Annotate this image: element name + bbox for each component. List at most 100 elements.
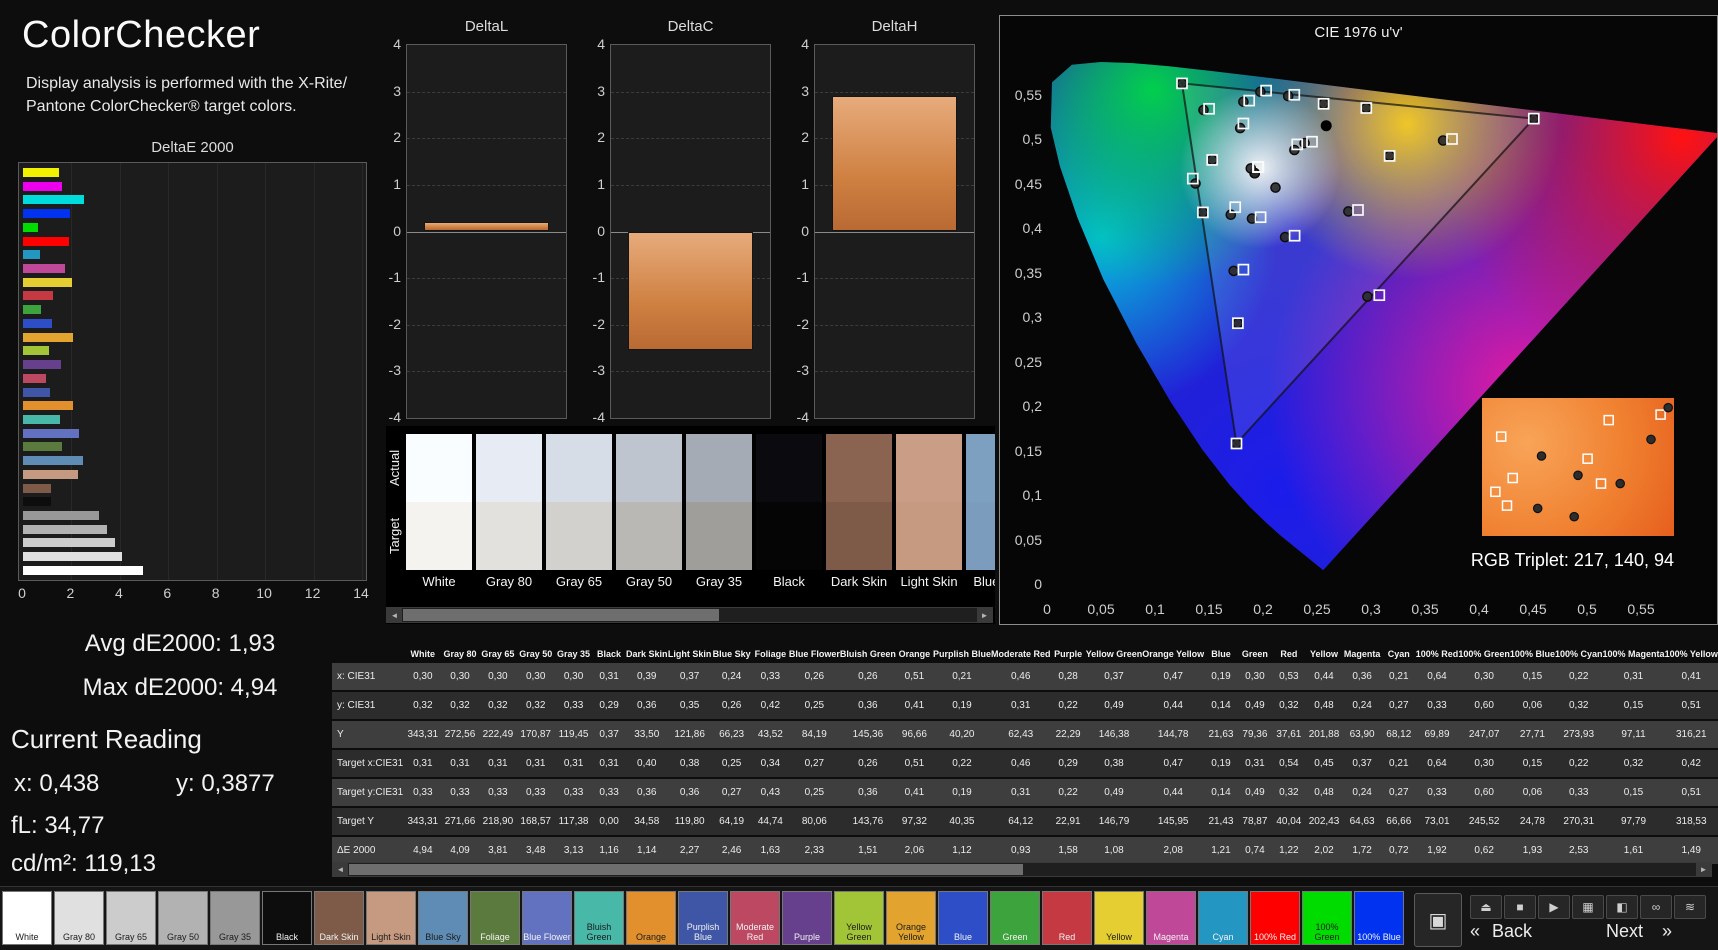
column-header-black: Black <box>597 649 622 659</box>
play-button[interactable]: ▶ <box>1538 895 1570 919</box>
scroll-right-button[interactable]: ► <box>1696 863 1711 876</box>
table-cell: 2,46 <box>711 836 752 866</box>
back-chevron-icon[interactable]: « <box>1470 921 1480 942</box>
deltae-bar-orange-yellow <box>23 332 74 342</box>
table-cell: 1,08 <box>1085 836 1143 866</box>
column-header-white: White <box>410 649 436 659</box>
delta-bar-deltal <box>424 222 549 232</box>
patch-tile-magenta[interactable]: Magenta <box>1146 891 1196 945</box>
table-cell: 1,63 <box>751 836 789 866</box>
table-cell: 0,06 <box>1509 778 1555 808</box>
cie-y-tick: 0,3 <box>1022 309 1042 325</box>
patch-tile-blue[interactable]: Blue <box>938 891 988 945</box>
patch-tile-gray-65[interactable]: Gray 65 <box>106 891 156 945</box>
deltae-x-tick: 2 <box>66 585 75 601</box>
patch-tile-100-green[interactable]: 100% Green <box>1302 891 1352 945</box>
table-cell: 0,53 <box>1272 663 1306 692</box>
deltae-gridline <box>362 163 363 580</box>
patch-tile-gray-35[interactable]: Gray 35 <box>210 891 260 945</box>
scroll-thumb[interactable] <box>403 609 719 621</box>
scroll-left-button[interactable]: ◄ <box>387 608 402 622</box>
patch-tile-purple[interactable]: Purple <box>782 891 832 945</box>
loop-button[interactable]: ∞ <box>1640 895 1672 919</box>
table-cell: 0,24 <box>1342 778 1382 808</box>
patch-tile-gray-80[interactable]: Gray 80 <box>54 891 104 945</box>
patch-tile-blue-flower[interactable]: Blue Flower <box>522 891 572 945</box>
scroll-left-button[interactable]: ◄ <box>333 863 348 876</box>
patch-tile-bluish-green[interactable]: Bluish Green <box>574 891 624 945</box>
page-subtitle-line2: Pantone ColorChecker® target colors. <box>26 98 297 116</box>
pattern-button[interactable]: ▦ <box>1572 895 1604 919</box>
patch-tile-cyan[interactable]: Cyan <box>1198 891 1248 945</box>
current-y-readout: y: 0,3877 <box>176 770 275 797</box>
rgb-triplet-readout: RGB Triplet: 217, 140, 94 <box>1470 550 1674 570</box>
patch-tile-black[interactable]: Black <box>262 891 312 945</box>
signal-button[interactable]: ≋ <box>1674 895 1706 919</box>
patch-tile-red[interactable]: Red <box>1042 891 1092 945</box>
patch-tile-label: Blue Sky <box>425 931 461 942</box>
cie-x-tick: 0,5 <box>1577 601 1597 617</box>
table-cell: 270,31 <box>1554 807 1603 837</box>
split-screen-button[interactable]: ◧ <box>1606 895 1638 919</box>
gridline <box>611 91 770 93</box>
patch-tile-foliage[interactable]: Foliage <box>470 891 520 945</box>
table-cell: 1,16 <box>592 836 626 866</box>
swatch-comparison-strip: Actual Target White Gray 80 Gray 65 Gray 50… <box>386 426 995 624</box>
table-cell: 0,31 <box>441 749 479 779</box>
column-header-magenta: Magenta <box>1343 649 1381 659</box>
swatch-label: Blue Sky <box>973 574 995 589</box>
patch-tile-gray-50[interactable]: Gray 50 <box>158 891 208 945</box>
patch-tile-purplish-blue[interactable]: Purplish Blue <box>678 891 728 945</box>
next-chevron-icon[interactable]: » <box>1662 921 1672 942</box>
display-pattern-button[interactable]: ▣ <box>1414 893 1462 947</box>
back-button[interactable]: Back <box>1492 921 1532 942</box>
deltae-bar-100-magenta <box>23 181 62 191</box>
table-cell: 0,51 <box>1664 778 1718 808</box>
column-header-blue-sky: Blue Sky <box>712 649 751 659</box>
gridline <box>815 371 974 373</box>
patch-tile-100-red[interactable]: 100% Red <box>1250 891 1300 945</box>
patch-tile-white[interactable]: White <box>2 891 52 945</box>
patch-tile-yellow-green[interactable]: Yellow Green <box>834 891 884 945</box>
patch-tile-orange[interactable]: Orange <box>626 891 676 945</box>
eject-button[interactable]: ⏏ <box>1470 895 1502 919</box>
gridline <box>815 324 974 326</box>
table-cell: 0,47 <box>1142 663 1205 692</box>
deltae-bar-yellow <box>23 277 72 287</box>
cie-x-tick: 0,35 <box>1411 601 1439 617</box>
table-cell: 146,38 <box>1085 720 1143 750</box>
table-cell: 4,94 <box>404 836 442 866</box>
scroll-thumb[interactable] <box>349 864 1023 875</box>
patch-tile-light-skin[interactable]: Light Skin <box>366 891 416 945</box>
y-tick-label: 4 <box>393 36 401 52</box>
column-header-dark-skin: Dark Skin <box>626 649 668 659</box>
target-row-label: Target <box>387 517 402 555</box>
swatch-actual-blue-sky <box>966 434 995 502</box>
patch-tile-moderate-red[interactable]: Moderate Red <box>730 891 780 945</box>
cie-y-tick: 0,55 <box>1014 86 1042 103</box>
patch-tile-yellow[interactable]: Yellow <box>1094 891 1144 945</box>
scroll-right-button[interactable]: ► <box>977 608 992 622</box>
table-cell: 37,61 <box>1272 720 1306 750</box>
patch-tile-blue-sky[interactable]: Blue Sky <box>418 891 468 945</box>
patch-tile-label: 100% Green <box>1314 922 1340 942</box>
table-cell: 0,41 <box>895 778 933 808</box>
patch-tile-label: White <box>15 931 39 942</box>
column-header-light-skin: Light Skin <box>667 649 712 659</box>
next-button[interactable]: Next <box>1606 921 1643 942</box>
table-cell: 63,90 <box>1342 720 1382 750</box>
table-cell: 0,41 <box>1664 663 1718 692</box>
patch-tile-dark-skin[interactable]: Dark Skin <box>314 891 364 945</box>
stop-button[interactable]: ■ <box>1504 895 1536 919</box>
column-header-yellow-green: Yellow Green <box>1085 649 1143 659</box>
deltae-bar-dark-skin <box>23 483 51 493</box>
patch-tile-orange-yellow[interactable]: Orange Yellow <box>886 891 936 945</box>
table-cell: 21,63 <box>1204 720 1238 750</box>
patch-tile-100-blue[interactable]: 100% Blue <box>1354 891 1404 945</box>
patch-tile-green[interactable]: Green <box>990 891 1040 945</box>
cie-x-tick: 0,05 <box>1087 601 1115 617</box>
table-cell: 0,33 <box>554 778 593 808</box>
table-row-target-x-cie31: Target x:CIE31 0,31 0,31 0,31 0,31 0,31 0,31 0,… <box>332 749 1718 779</box>
table-cell: 0,42 <box>1664 749 1718 779</box>
table-cell: 0,49 <box>1237 778 1273 808</box>
